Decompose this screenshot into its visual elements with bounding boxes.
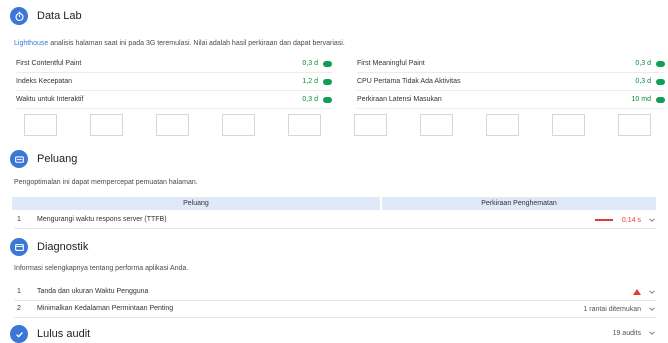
metric-value: 0,3 d [302,96,332,103]
opportunity-label: Mengurangi waktu respons server (TTFB) [37,216,167,223]
filmstrip-frame [552,114,585,136]
diagnostic-label: Minimalkan Kedalaman Permintaan Penting [37,305,174,312]
filmstrip-frame [354,114,387,136]
metric-label: Indeks Kecepatan [16,78,73,85]
metric-row: Indeks Kecepatan 1,2 d [16,73,332,91]
diagnostics-icon [10,238,28,256]
diagnostik-title: Diagnostik [37,241,89,253]
passed-audits-count: 19 audits [612,329,641,337]
filmstrip-frame [420,114,453,136]
pass-icon [323,96,332,103]
opportunity-row[interactable]: 1 Mengurangi waktu respons server (TTFB)… [14,212,656,229]
diagnostic-detail: 1 rantai ditemukan [583,305,641,313]
filmstrip-frame [24,114,57,136]
column-savings: Perkiraan Penghematan [481,200,557,207]
metric-row: Waktu untuk Interaktif 0,3 d [16,91,332,109]
metric-value: 10 md [632,96,665,103]
warning-triangle-icon [633,289,641,295]
pass-icon [323,60,332,67]
metric-value: 0,3 d [635,78,665,85]
filmstrip-frame [486,114,519,136]
diagnostik-header: Diagnostik [10,238,88,256]
metric-value: 0,3 d [635,60,665,67]
diagnostic-row[interactable]: 2 Minimalkan Kedalaman Permintaan Pentin… [14,301,656,318]
metric-row: First Meaningful Paint 0,3 d [357,55,665,73]
peluang-description: Pengoptimalan ini dapat mempercepat pemu… [14,179,198,186]
metric-value: 1,2 d [302,78,332,85]
filmstrip-frame [618,114,651,136]
savings-bar [594,219,613,221]
filmstrip-frame [288,114,321,136]
peluang-header: Peluang [10,150,77,168]
metric-row: Perkiraan Latensi Masukan 10 md [357,91,665,109]
diagnostic-label: Tanda dan ukuran Waktu Pengguna [37,288,149,295]
filmstrip-frame [222,114,255,136]
row-number: 1 [17,216,21,223]
column-opportunity: Peluang [183,200,209,207]
check-icon [10,325,28,343]
chevron-down-icon[interactable] [648,216,656,224]
metric-label: Perkiraan Latensi Masukan [357,96,442,103]
opportunity-table-header: Peluang Perkiraan Penghematan [12,197,656,210]
passed-audits-count-wrap[interactable]: 19 audits [613,329,656,337]
metric-label: CPU Pertama Tidak Ada Aktivitas [357,78,461,85]
pass-icon [656,96,665,103]
metric-value: 0,3 d [302,60,332,67]
data-lab-title: Data Lab [37,10,82,22]
lighthouse-link[interactable]: Lighthouse [14,40,48,47]
pass-icon [656,60,665,67]
data-lab-description: Lighthouse analisis halaman saat ini pad… [14,40,345,47]
chevron-down-icon[interactable] [648,305,656,313]
stopwatch-icon [10,7,28,25]
metric-label: First Contentful Paint [16,60,82,67]
pass-icon [323,78,332,85]
diagnostik-description: Informasi selengkapnya tentang performa … [14,265,189,272]
filmstrip-frame [156,114,189,136]
diagnostic-row[interactable]: 1 Tanda dan ukuran Waktu Pengguna [14,284,656,301]
chevron-down-icon[interactable] [648,329,656,337]
pass-icon [656,78,665,85]
data-lab-header: Data Lab [10,7,82,25]
passed-audits-title: Lulus audit [37,328,91,340]
filmstrip-frame [90,114,123,136]
row-number: 2 [17,305,21,312]
metric-row: CPU Pertama Tidak Ada Aktivitas 0,3 d [357,73,665,91]
savings-value: 0,14 s [621,216,641,224]
peluang-title: Peluang [37,153,78,165]
row-number: 1 [17,288,21,295]
chevron-down-icon[interactable] [648,288,656,296]
metric-row: First Contentful Paint 0,3 d [16,55,332,73]
metric-label: Waktu untuk Interaktif [16,96,84,103]
passed-audits-header[interactable]: Lulus audit [10,325,90,343]
opportunity-icon [10,150,28,168]
metric-label: First Meaningful Paint [357,60,425,67]
